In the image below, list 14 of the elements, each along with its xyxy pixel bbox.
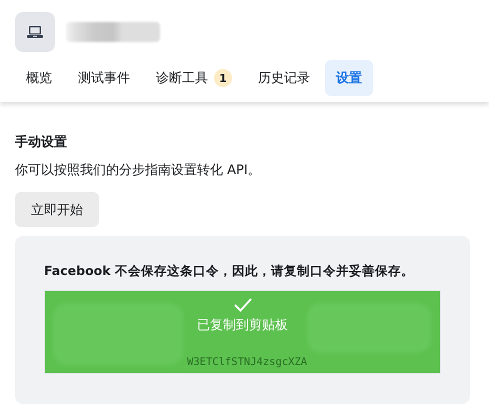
tab[interactable]: 诊断工具 1 <box>145 60 243 96</box>
copied-toast-text: 已复制到剪贴板 <box>197 317 288 334</box>
tab[interactable]: 测试事件 <box>67 60 141 96</box>
tab[interactable]: 设置 <box>325 60 373 96</box>
section-title: 手动设置 <box>15 134 68 151</box>
laptop-icon <box>27 26 43 38</box>
start-button[interactable]: 立即开始 <box>15 192 99 227</box>
section-description: 你可以按照我们的分步指南设置转化 API。 <box>15 162 262 179</box>
check-icon <box>232 297 252 313</box>
tab[interactable]: 历史记录 <box>247 60 321 96</box>
warning-text: Facebook 不会保存这条口令，因此，请复制口令并妥善保存。 <box>44 263 415 280</box>
tab[interactable]: 概览 <box>15 60 63 96</box>
count-badge: 1 <box>214 69 232 87</box>
token-text: W3ETClfSTNJ4zsgcXZA <box>187 355 308 369</box>
